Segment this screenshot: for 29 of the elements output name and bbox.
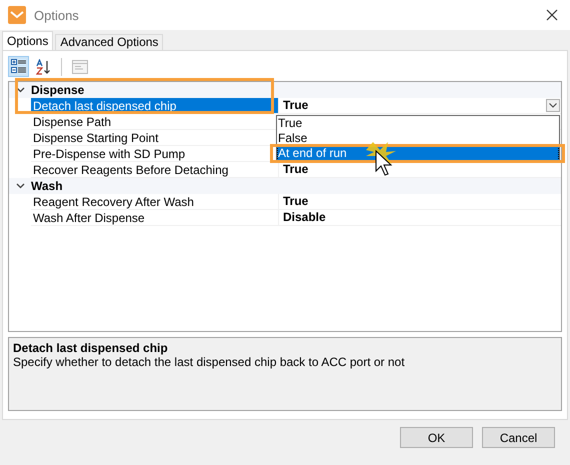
close-icon[interactable] [546,9,558,21]
description-text: Specify whether to detach the last dispensed chip back to ACC port or not [13,355,406,370]
dropdown-button[interactable] [546,98,560,112]
property-value: True [283,97,310,114]
dialog-button[interactable]: OK [400,427,473,448]
dialog-button[interactable]: Cancel [482,427,555,448]
property-name[interactable]: Reagent Recovery After Wash [31,194,279,210]
window-title: Options [34,8,80,22]
categorized-icon [11,59,26,74]
property-value: Disable [283,209,327,226]
collapse-icon[interactable] [16,182,24,189]
property-name[interactable]: Wash After Dispense [31,210,279,226]
category-label: Wash [31,178,64,194]
collapse-icon[interactable] [16,86,24,93]
dropdown-option[interactable]: True [277,116,559,131]
sort-icon [36,58,52,75]
category-row[interactable]: Dispense [9,82,561,98]
toolbar-button[interactable] [8,56,29,78]
category-row[interactable]: Wash [9,178,561,194]
description-title: Detach last dispensed chip [13,341,169,356]
app-icon [8,6,26,24]
property-pages-icon [72,60,88,74]
dropdown-option[interactable]: False [277,130,559,146]
tab[interactable]: Advanced Options [55,34,164,50]
category-label: Dispense [31,82,86,98]
property-value: True [283,161,310,178]
chevron-icon [549,102,557,108]
property-value: True [283,193,310,210]
tab[interactable]: Options [2,31,54,50]
